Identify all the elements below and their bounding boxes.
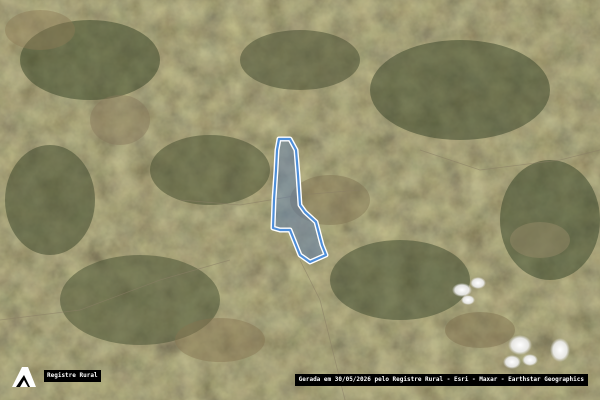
brand-name: Registre Rural [44, 370, 101, 382]
satellite-basemap[interactable] [0, 0, 600, 400]
map-view[interactable]: Registre Rural Gerada em 30/05/2026 pelo… [0, 0, 600, 400]
registre-rural-logo-icon [12, 367, 36, 387]
map-attribution: Gerada em 30/05/2026 pelo Registre Rural… [294, 374, 588, 386]
